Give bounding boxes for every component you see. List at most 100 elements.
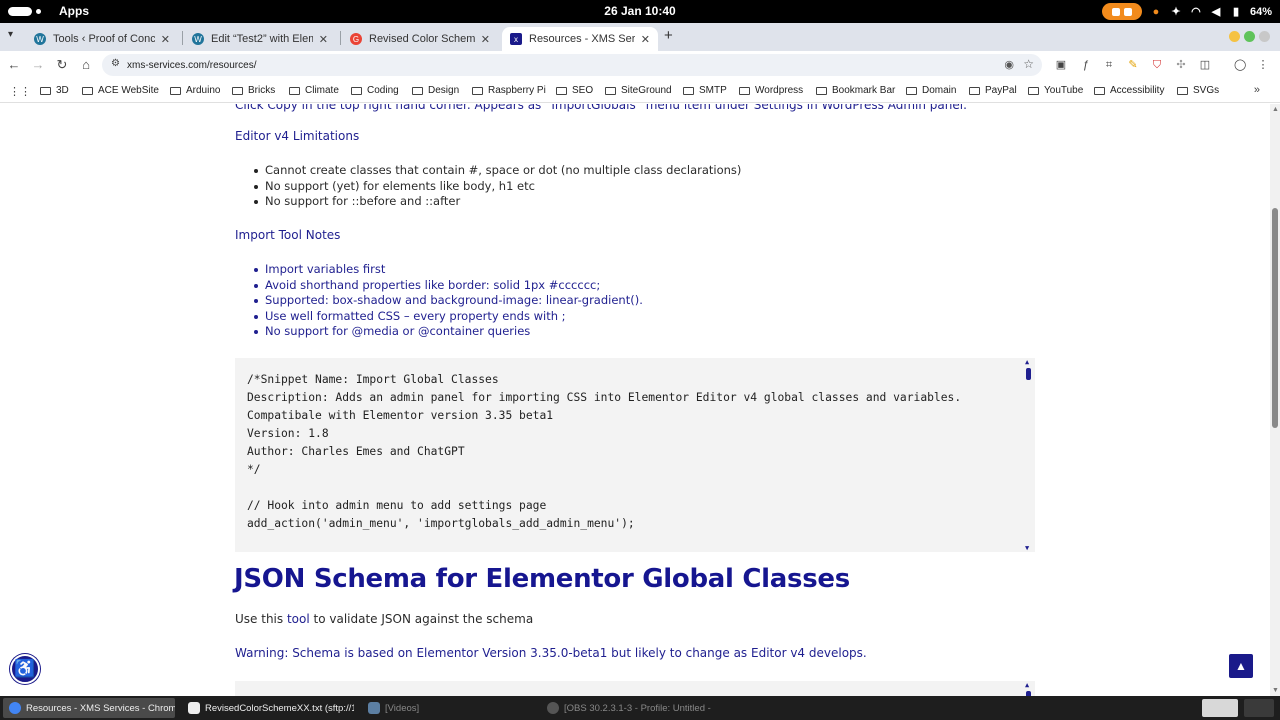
- bookmark-star-icon[interactable]: ☆: [1023, 57, 1034, 71]
- puzzle-icon[interactable]: ◫: [1199, 59, 1211, 71]
- folder-icon: [1028, 86, 1039, 95]
- more-bookmarks-icon[interactable]: »: [1254, 84, 1260, 96]
- battery-icon[interactable]: ▮: [1230, 6, 1242, 18]
- list-item: Supported: box-shadow and background-ima…: [254, 293, 643, 308]
- taskbar-item-videos[interactable]: [Videos]: [362, 698, 534, 718]
- workspace-switcher-1[interactable]: [1202, 699, 1238, 717]
- address-bar[interactable]: ⚙ ◉ ☆: [102, 54, 1042, 76]
- bookmark-folder[interactable]: Design: [412, 85, 459, 96]
- tool-link[interactable]: tool: [287, 612, 310, 626]
- bookmark-folder[interactable]: SMTP: [683, 85, 727, 96]
- obs-icon: [547, 702, 559, 714]
- json-code-block[interactable]: ▲: [235, 681, 1035, 696]
- list-item: Avoid shorthand properties like border: …: [254, 278, 643, 294]
- accessibility-button[interactable]: ♿: [10, 654, 40, 684]
- site-info-icon[interactable]: ⚙: [111, 58, 120, 69]
- bookmark-folder[interactable]: Arduino: [170, 85, 220, 96]
- tab-tools[interactable]: W Tools ‹ Proof of Concept ✕: [26, 27, 178, 51]
- url-input[interactable]: [127, 57, 987, 73]
- code-scrollbar[interactable]: ▲: [1025, 681, 1032, 696]
- extension-icon[interactable]: ƒ: [1080, 59, 1092, 71]
- close-window-icon[interactable]: [1259, 31, 1270, 42]
- folder-icon: [351, 86, 362, 95]
- bookmark-folder[interactable]: Bricks: [232, 85, 275, 96]
- scroll-up-icon[interactable]: ▲: [1025, 681, 1029, 689]
- window-controls: [1229, 31, 1270, 42]
- os-top-bar: Apps 26 Jan 10:40 ● ✦ ◠ ◀ ▮ 64%: [0, 0, 1280, 23]
- code-line: */: [247, 463, 261, 476]
- tab-revised-color-scheme[interactable]: G Revised Color Scheme - ✕: [342, 27, 498, 51]
- close-icon[interactable]: ✕: [161, 33, 170, 46]
- tab-edit-test2[interactable]: W Edit “Test2” with Elementor ✕: [184, 27, 336, 51]
- close-icon[interactable]: ✕: [481, 33, 490, 46]
- scroll-down-icon[interactable]: ▼: [1272, 687, 1279, 694]
- color-picker-icon[interactable]: ✎: [1127, 59, 1139, 71]
- xms-icon: x: [510, 33, 522, 45]
- bookmarks-bar: ⋮⋮ 3D ACE WebSite Arduino Bricks Climate…: [0, 79, 1280, 103]
- shield-icon[interactable]: ⛉: [1151, 59, 1163, 71]
- close-icon[interactable]: ✕: [319, 33, 328, 46]
- taskbar-item-chromium[interactable]: Resources - XMS Services - Chromium: [3, 698, 175, 718]
- profile-icon[interactable]: ◯: [1234, 59, 1246, 71]
- bookmark-folder[interactable]: Wordpress: [739, 85, 803, 96]
- code-scrollbar[interactable]: ▲ ▼: [1025, 358, 1032, 552]
- bookmark-folder[interactable]: SEO: [556, 85, 593, 96]
- scroll-thumb[interactable]: [1272, 208, 1278, 428]
- tab-search-icon[interactable]: ▾: [8, 29, 13, 40]
- folder-icon: [683, 86, 694, 95]
- system-tray: ● ✦ ◠ ◀ ▮ 64%: [1101, 3, 1272, 20]
- bookmark-folder[interactable]: Climate: [289, 85, 339, 96]
- scroll-up-icon[interactable]: ▲: [1025, 358, 1029, 366]
- page-content: Click Copy in the top right hand corner.…: [0, 104, 1270, 696]
- volume-icon[interactable]: ◀: [1210, 6, 1222, 18]
- minimize-icon[interactable]: [1229, 31, 1240, 42]
- bookmark-folder[interactable]: ACE WebSite: [82, 85, 159, 96]
- menu-icon[interactable]: ⋮: [1257, 59, 1269, 71]
- close-icon[interactable]: ✕: [641, 33, 650, 46]
- microphone-icon[interactable]: ●: [1150, 6, 1162, 18]
- code-snippet-block[interactable]: /*Snippet Name: Import Global Classes De…: [235, 358, 1035, 552]
- extension-icon[interactable]: ⌗: [1103, 59, 1115, 71]
- new-tab-icon[interactable]: +: [664, 27, 673, 44]
- folder-icon: [1094, 86, 1105, 95]
- back-icon[interactable]: ←: [6, 57, 22, 72]
- network-icon[interactable]: ✦: [1170, 6, 1182, 18]
- clock[interactable]: 26 Jan 10:40: [0, 4, 1280, 18]
- stop-icon: [1123, 7, 1132, 16]
- taskbar-item-obs[interactable]: [OBS 30.2.3.1-3 - Profile: Untitled - ..…: [541, 698, 713, 718]
- eye-icon[interactable]: ◉: [1004, 58, 1014, 71]
- bookmark-folder[interactable]: SiteGround: [605, 85, 672, 96]
- bookmark-folder[interactable]: 3D: [40, 85, 69, 96]
- bookmark-folder[interactable]: Domain: [906, 85, 956, 96]
- wifi-icon[interactable]: ◠: [1190, 6, 1202, 18]
- bookmark-folder[interactable]: PayPal: [969, 85, 1017, 96]
- text-editor-icon: [188, 702, 200, 714]
- bookmark-folder[interactable]: Coding: [351, 85, 399, 96]
- google-icon: G: [350, 33, 362, 45]
- home-icon[interactable]: ⌂: [78, 57, 94, 72]
- tab-resources-xms[interactable]: x Resources - XMS Services ✕: [502, 27, 658, 51]
- workspace-switcher-2[interactable]: [1244, 699, 1274, 717]
- forward-icon[interactable]: →: [30, 57, 46, 72]
- bookmark-folder[interactable]: Raspberry Pi: [472, 85, 546, 96]
- scroll-thumb[interactable]: [1026, 368, 1031, 380]
- taskbar-item-text-editor[interactable]: RevisedColorSchemeXX.txt (sftp://19...: [182, 698, 354, 718]
- bookmark-folder[interactable]: SVGs: [1177, 85, 1219, 96]
- code-line: // Hook into admin menu to add settings …: [247, 499, 547, 512]
- bookmark-folder[interactable]: Bookmark Bar: [816, 85, 895, 96]
- scroll-down-icon[interactable]: ▼: [1025, 544, 1029, 552]
- back-to-top-button[interactable]: ▲: [1229, 654, 1253, 678]
- obs-recording-indicator[interactable]: [1101, 3, 1142, 20]
- bookmark-folder[interactable]: YouTube: [1028, 85, 1083, 96]
- extension-icon[interactable]: ▣: [1055, 59, 1067, 71]
- reload-icon[interactable]: ↻: [54, 57, 70, 73]
- tab-separator: [340, 31, 341, 45]
- extension-icon[interactable]: ✣: [1175, 59, 1187, 71]
- bookmark-folder[interactable]: Accessibility: [1094, 85, 1164, 96]
- apps-grid-icon[interactable]: ⋮⋮: [9, 85, 31, 98]
- wordpress-icon: W: [34, 33, 46, 45]
- page-scrollbar[interactable]: ▲ ▼: [1270, 104, 1280, 696]
- maximize-icon[interactable]: [1244, 31, 1255, 42]
- editor-limitations-list: Cannot create classes that contain #, sp…: [253, 163, 741, 210]
- scroll-up-icon[interactable]: ▲: [1272, 106, 1279, 113]
